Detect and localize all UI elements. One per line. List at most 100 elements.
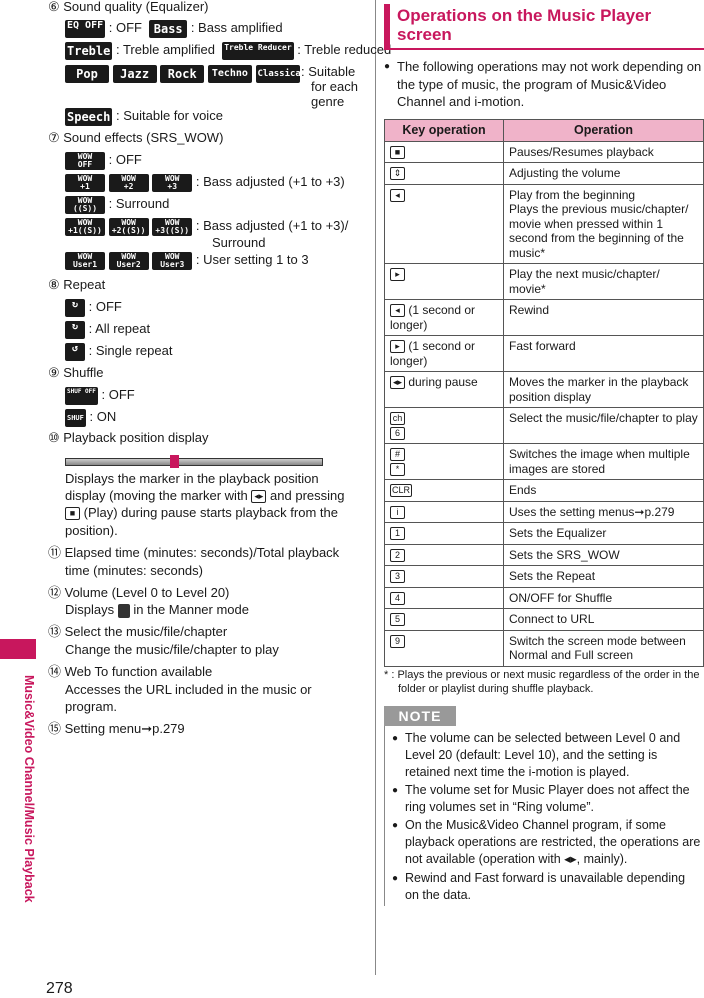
s14-text: program.	[65, 699, 118, 714]
treble-reducer-icon: Treble Reducer	[222, 41, 294, 60]
repeat-single-icon: ↺	[65, 342, 85, 361]
key-icon: ◂▸	[390, 376, 405, 390]
s14-text: ⑭ Web To function available	[48, 664, 213, 679]
note-item: On the Music&Video Channel program, if s…	[392, 817, 701, 868]
operation-cell: Rewind	[503, 299, 704, 336]
operation-cell: Pauses/Resumes playback	[503, 140, 704, 163]
key-icon: *	[390, 462, 405, 476]
operation-cell: Sets the Repeat	[503, 565, 704, 588]
table-row: 2 Sets the SRS_WOW	[384, 543, 704, 566]
table-row: ▸ Play the next music/chapter/ movie*	[384, 263, 704, 300]
genre-text: for each	[311, 79, 358, 94]
s8-title: ⑧ Repeat	[48, 277, 106, 292]
manner-mode-icon	[117, 603, 130, 618]
operation-cell: Adjusting the volume	[503, 162, 704, 185]
wow-user2-icon: WOW User2	[108, 251, 149, 270]
operation-cell: Connect to URL	[503, 608, 704, 631]
wow-plus3-icon: WOW +3	[152, 173, 193, 192]
s12-text: Displays	[65, 602, 115, 617]
s15-text: ⑮ Setting menu➞p.279	[48, 721, 185, 736]
s10-text: Displays the marker in the playback posi…	[65, 471, 319, 486]
repeat-all-label: : All repeat	[88, 321, 151, 336]
key-icon: ▸	[390, 268, 405, 282]
key-cell: 3	[384, 565, 504, 588]
wow-bass-label: : Bass adjusted (+1 to +3)	[195, 174, 345, 189]
table-row: i Uses the setting menus➞p.279	[384, 500, 704, 523]
treble-label: : Treble amplified	[115, 42, 215, 57]
key-cell: 4	[384, 586, 504, 609]
key-icon: 6	[390, 426, 405, 440]
s11-text: time (minutes: seconds)	[65, 563, 203, 578]
genre-text: : Suitable	[301, 64, 356, 79]
repeat-single-label: : Single repeat	[88, 343, 173, 358]
table-row: 3 Sets the Repeat	[384, 565, 704, 588]
wow-off-icon: WOW OFF	[65, 151, 105, 170]
col-header: Operation	[503, 119, 704, 142]
wow-bs-label-cont: Surround	[212, 235, 266, 250]
table-row: ◂ Play from the beginning Plays the previ…	[384, 183, 704, 264]
key-cell: # *	[384, 443, 504, 480]
wow-plus1-surround-icon: WOW +1((S))	[65, 217, 105, 236]
s10-text: and pressing	[270, 488, 345, 503]
table-row: # * Switches the image when multiple image…	[384, 443, 704, 480]
repeat-all-icon: ↻	[65, 320, 85, 339]
key-cell: 5	[384, 608, 504, 631]
eq-off-label: : OFF	[108, 20, 142, 35]
operation-cell: ON/OFF for Shuffle	[503, 586, 704, 609]
key-icon: ▸	[390, 340, 405, 354]
wow-off-label: : OFF	[108, 152, 142, 167]
repeat-off-icon: ↻	[65, 298, 85, 317]
s14-text: Accesses the URL included in the music o…	[65, 682, 312, 697]
operation-cell: Select the music/file/chapter to play	[503, 407, 704, 444]
column-divider	[375, 0, 376, 975]
note-label: NOTE	[384, 706, 456, 726]
operation-cell: Sets the Equalizer	[503, 522, 704, 545]
note-item: The volume can be selected between Level…	[392, 730, 701, 781]
table-row: 5 Connect to URL	[384, 608, 704, 631]
table-row: ▸ (1 second or longer) Fast forward	[384, 335, 704, 372]
shuffle-on-label: : ON	[89, 409, 117, 424]
chapter-label: Music&Video Channel/Music Playback	[22, 675, 36, 903]
wow-plus1-icon: WOW +1	[65, 173, 105, 192]
key-cell: ch 6	[384, 407, 504, 444]
key-icon: 4	[390, 591, 405, 605]
repeat-off-label: : OFF	[88, 299, 122, 314]
bass-icon: Bass	[149, 19, 188, 38]
key-icon: #	[390, 448, 405, 462]
shuffle-off-icon: SHUF OFF	[65, 386, 98, 405]
section-heading: Operations on the Music Player screen	[384, 4, 704, 50]
wow-surround-label: : Surround	[108, 196, 170, 211]
wow-plus3-surround-icon: WOW +3((S))	[152, 217, 193, 236]
rock-icon: Rock	[160, 64, 205, 83]
footnote: * : Plays the previous or next music reg…	[384, 669, 700, 695]
s6-title: ⑥ Sound quality (Equalizer)	[48, 0, 209, 14]
key-operation-table: Key operation Operation ■ Pauses/Resumes p…	[384, 119, 704, 667]
key-cell: ◂	[384, 183, 504, 264]
key-icon: ch	[390, 412, 405, 426]
table-row: ■ Pauses/Resumes playback	[384, 140, 704, 163]
treble-icon: Treble	[65, 41, 113, 60]
bass-label: : Bass amplified	[190, 20, 283, 35]
operation-cell: Moves the marker in the playback positio…	[503, 371, 704, 408]
key-cell: 1	[384, 522, 504, 545]
classical-icon: Classical	[255, 64, 306, 83]
table-row: ◂▸ during pause Moves the marker in the p…	[384, 371, 704, 408]
key-cell: ■	[384, 140, 504, 163]
chapter-tab	[0, 639, 36, 659]
key-icon: ◂	[390, 304, 405, 318]
s10-title: ⑩ Playback position display	[48, 430, 209, 445]
key-text: during pause	[405, 375, 478, 389]
operation-cell: Sets the SRS_WOW	[503, 543, 704, 566]
wow-user1-icon: WOW User1	[65, 251, 105, 270]
s11-text: ⑪ Elapsed time (minutes: seconds)/Total …	[48, 545, 340, 560]
treble-reducer-label: : Treble reduced	[297, 42, 392, 57]
wow-plus2-icon: WOW +2	[108, 173, 149, 192]
key-cell: i	[384, 500, 504, 523]
col-header: Key operation	[384, 119, 504, 142]
wow-surround-icon: WOW ((S))	[65, 195, 105, 214]
key-cell: 9	[384, 629, 504, 667]
speech-icon: Speech	[65, 107, 113, 126]
key-icon: i	[390, 505, 405, 519]
s7-title: ⑦ Sound effects (SRS_WOW)	[48, 130, 224, 145]
operation-cell: Uses the setting menus➞p.279	[503, 500, 704, 523]
